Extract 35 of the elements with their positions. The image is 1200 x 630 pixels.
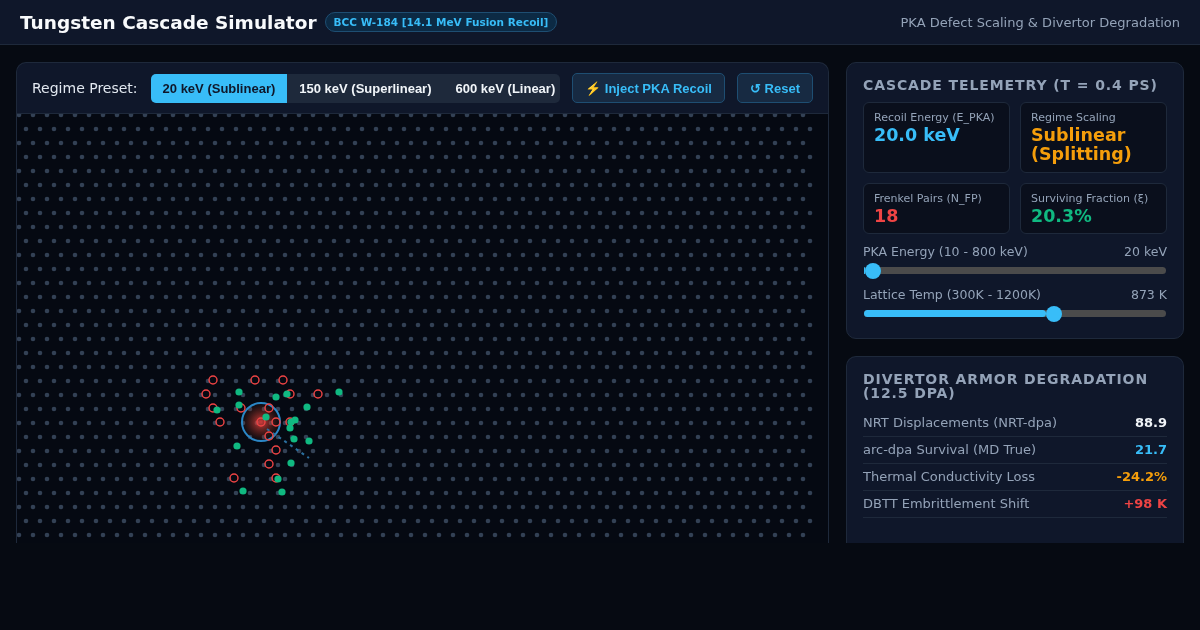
reset-button[interactable]: ↺ Reset: [736, 73, 813, 103]
metric-label: arc-dpa Survival (MD True): [863, 442, 1037, 458]
slider-label: PKA Energy (10 - 800 keV): [863, 243, 1028, 259]
slider-reading: 873 K: [1130, 286, 1167, 302]
range-slider[interactable]: [864, 305, 1166, 322]
app-title: Tungsten Cascade Simulator: [20, 11, 317, 33]
slider-reading: 20 keV: [1124, 243, 1167, 259]
metric-value: 21.7: [1134, 442, 1167, 458]
card-title: CASCADE TELEMETRY (T = 0.4 PS): [863, 78, 1159, 92]
header-subtitle: PKA Defect Scaling & Divertor Degradation: [900, 14, 1180, 30]
stat-label: Recoil Energy (E_PKA): [874, 111, 996, 124]
preset-tab[interactable]: 150 keV (Superlinear): [287, 73, 444, 103]
preset-label: Regime Preset:: [32, 80, 138, 96]
stat-value: 20.0 keV: [874, 126, 961, 146]
card-title: DIVERTOR ARMOR DEGRADATION (12.5 DPA): [863, 371, 1150, 400]
stat-value: Sublinear (Splitting): [1031, 126, 1133, 165]
stat-label: Frenkel Pairs (N_FP): [874, 191, 983, 205]
stat-value: 18: [874, 206, 900, 226]
preset-tab[interactable]: 600 keV (Linear): [443, 73, 561, 103]
slider-thumb[interactable]: [865, 262, 882, 279]
metric-value: +98 K: [1123, 496, 1167, 512]
inject-button[interactable]: ⚡ Inject PKA Recoil: [572, 73, 725, 103]
metric-label: Thermal Conductivity Loss: [863, 469, 1036, 485]
metric-label: DBTT Embrittlement Shift: [863, 496, 1030, 512]
slider-label: Lattice Temp (300K - 1200K): [863, 286, 1041, 302]
metric-value: 88.9: [1134, 415, 1167, 431]
range-slider[interactable]: [864, 262, 1166, 279]
stat-label: Surviving Fraction (ξ): [1031, 191, 1150, 205]
material-badge: BCC W-184 [14.1 MeV Fusion Recoil]: [324, 12, 558, 32]
metric-label: NRT Displacements (NRT-dpa): [863, 415, 1058, 431]
slider-thumb[interactable]: [1046, 305, 1063, 322]
preset-tab[interactable]: 20 keV (Sublinear): [150, 73, 288, 103]
stat-value: 20.3%: [1031, 206, 1093, 226]
stat-label: Regime Scaling: [1031, 111, 1117, 124]
metric-value: -24.2%: [1116, 469, 1167, 485]
